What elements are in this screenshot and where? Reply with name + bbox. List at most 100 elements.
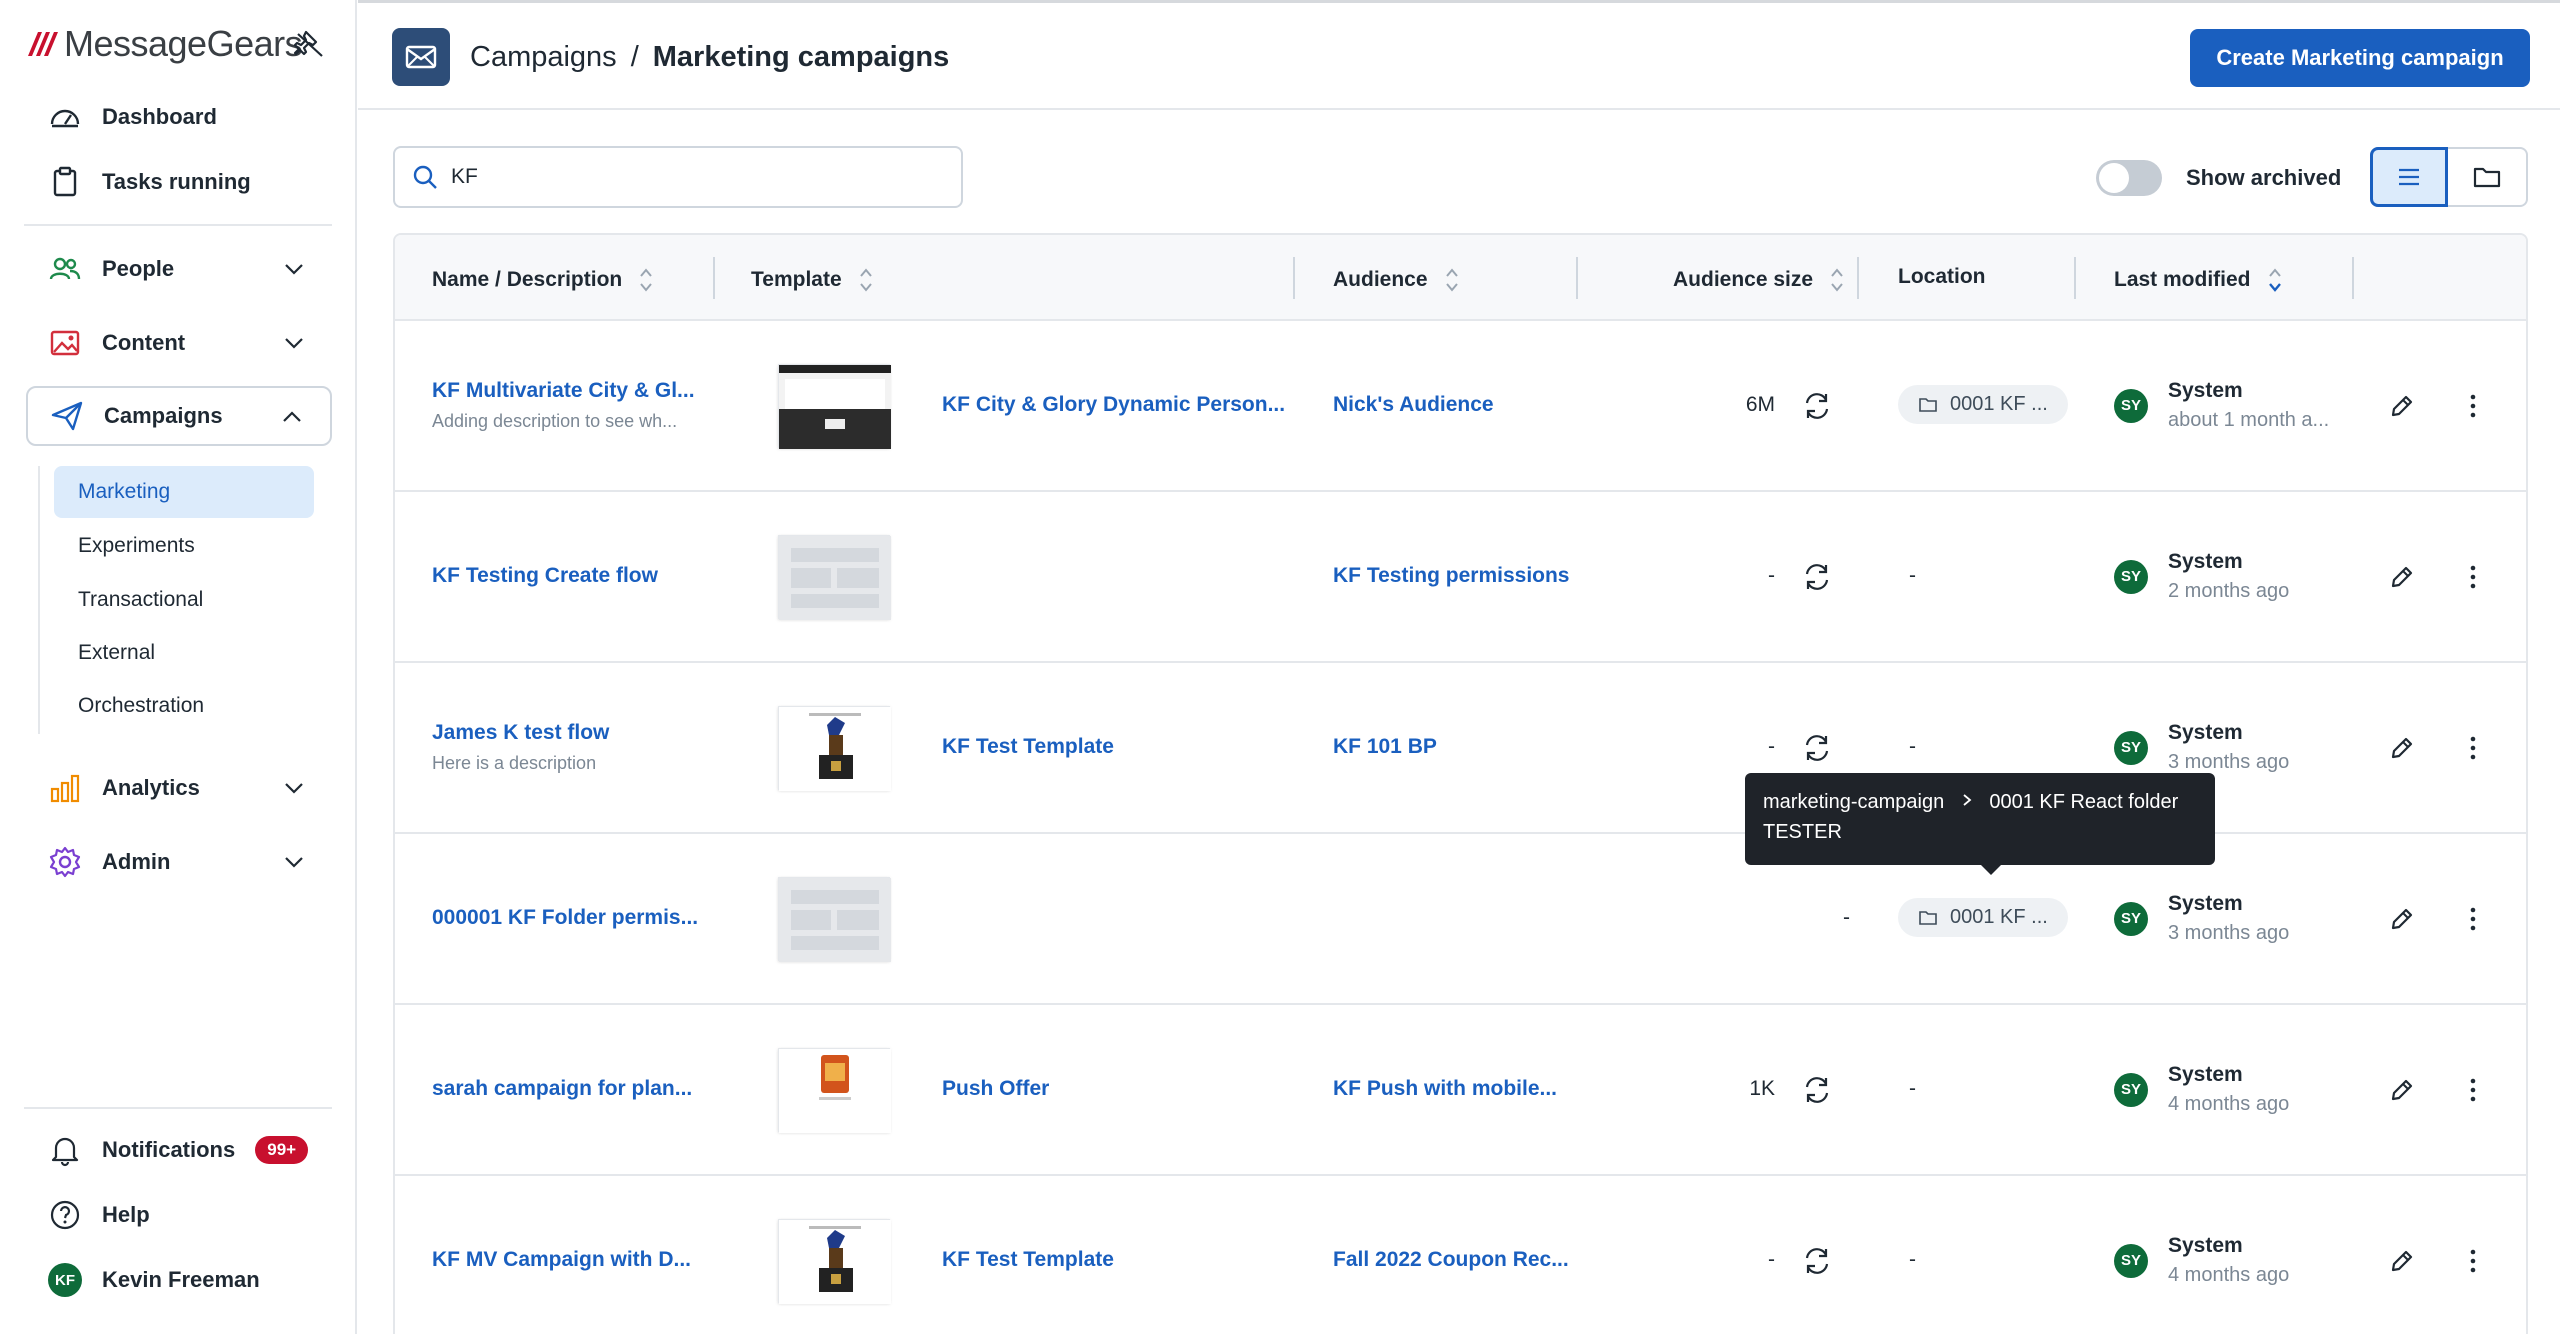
refresh-icon[interactable] — [1802, 391, 1832, 421]
template-thumbnail[interactable] — [778, 1048, 891, 1133]
unpin-sidebar-icon[interactable] — [292, 26, 328, 62]
template-link[interactable]: KF City & Glory Dynamic Person... — [942, 393, 1285, 417]
template-thumbnail[interactable] — [778, 706, 891, 791]
campaign-name-link[interactable]: sarah campaign for plan... — [432, 1077, 692, 1101]
campaign-name-link[interactable]: 000001 KF Folder permis... — [432, 906, 698, 930]
table-row[interactable]: KF Testing Create flow KF Testing permis… — [395, 492, 2526, 663]
column-header-name[interactable]: Name / Description — [432, 265, 654, 295]
nav-admin[interactable]: Admin — [26, 833, 332, 891]
subnav-orchestration[interactable]: Orchestration — [54, 680, 352, 732]
location-empty: - — [1909, 1077, 1916, 1100]
template-link[interactable]: KF Test Template — [942, 735, 1114, 759]
more-options-icon[interactable] — [2458, 1246, 2488, 1276]
template-link[interactable]: KF Test Template — [942, 1248, 1114, 1272]
audience-size-value: 6M — [1745, 393, 1775, 416]
audience-size-value: - — [1843, 906, 1850, 929]
location-chip[interactable]: 0001 KF ... — [1898, 385, 2068, 424]
edit-pencil-icon[interactable] — [2387, 1246, 2417, 1276]
brand-logo[interactable]: MessageGears — [24, 22, 303, 66]
modifier-avatar: SY — [2114, 559, 2148, 594]
folder-icon — [1919, 910, 1937, 925]
show-archived-toggle[interactable] — [2096, 160, 2162, 196]
dashboard-gauge-icon — [50, 109, 80, 128]
nav-dashboard[interactable]: Dashboard — [26, 88, 332, 146]
table-row[interactable]: KF MV Campaign with D... KF Test Templat… — [395, 1176, 2526, 1334]
search-input[interactable] — [451, 165, 931, 189]
nav-people[interactable]: People — [26, 240, 332, 298]
subnav-transactional[interactable]: Transactional — [54, 574, 352, 626]
column-header-template[interactable]: Template — [751, 265, 874, 295]
refresh-icon[interactable] — [1802, 562, 1832, 592]
modified-time: 2 months ago — [2168, 580, 2290, 602]
campaign-name-link[interactable]: James K test flow — [432, 721, 609, 745]
column-header-audience[interactable]: Audience — [1333, 265, 1460, 295]
more-options-icon[interactable] — [2458, 733, 2488, 763]
campaign-name-link[interactable]: KF Testing Create flow — [432, 564, 658, 588]
bell-icon — [51, 1137, 79, 1167]
table-row[interactable]: sarah campaign for plan... Push Offer KF… — [395, 1005, 2526, 1176]
messagegears-logo-icon — [28, 32, 58, 56]
subnav-marketing[interactable]: Marketing — [54, 466, 314, 518]
template-link[interactable]: Push Offer — [942, 1077, 1049, 1101]
folder-view-button[interactable] — [2448, 147, 2528, 207]
edit-pencil-icon[interactable] — [2387, 733, 2417, 763]
campaign-name-link[interactable]: KF Multivariate City & Gl... — [432, 379, 695, 403]
subnav-rail — [38, 466, 40, 734]
more-options-icon[interactable] — [2458, 391, 2488, 421]
edit-pencil-icon[interactable] — [2387, 904, 2417, 934]
audience-link[interactable]: Fall 2022 Coupon Rec... — [1333, 1248, 1569, 1272]
table-row[interactable]: KF Multivariate City & Gl... Adding desc… — [395, 321, 2526, 492]
template-thumbnail[interactable] — [778, 364, 891, 449]
audience-link[interactable]: Nick's Audience — [1333, 393, 1494, 417]
audience-link[interactable]: KF 101 BP — [1333, 735, 1437, 759]
modified-by: System — [2168, 892, 2243, 915]
edit-pencil-icon[interactable] — [2387, 1075, 2417, 1105]
bar-chart-icon — [50, 774, 80, 803]
tooltip-path-root: marketing-campaign — [1763, 791, 1945, 813]
more-options-icon[interactable] — [2458, 562, 2488, 592]
column-header-location: Location — [1898, 265, 1986, 289]
template-thumbnail[interactable] — [778, 1219, 891, 1304]
audience-link[interactable]: KF Testing permissions — [1333, 564, 1570, 588]
breadcrumb-separator: / — [630, 41, 639, 73]
audience-size-value: - — [1768, 1248, 1775, 1271]
template-preview-image — [779, 365, 891, 449]
edit-pencil-icon[interactable] — [2387, 562, 2417, 592]
subnav-experiments[interactable]: Experiments — [54, 520, 352, 572]
nav-user-profile[interactable]: KF Kevin Freeman — [26, 1251, 332, 1309]
modified-time: 3 months ago — [2168, 751, 2290, 773]
refresh-icon[interactable] — [1802, 1246, 1832, 1276]
create-marketing-campaign-button[interactable]: Create Marketing campaign — [2190, 29, 2530, 87]
template-thumbnail-placeholder — [778, 877, 891, 962]
list-view-button[interactable] — [2370, 147, 2448, 207]
column-header-last-modified[interactable]: Last modified — [2114, 265, 2283, 295]
location-chip[interactable]: 0001 KF ... — [1898, 898, 2068, 937]
modifier-avatar: SY — [2114, 1072, 2148, 1107]
column-header-audience-size[interactable]: Audience size — [1673, 265, 1845, 295]
nav-content[interactable]: Content — [26, 314, 332, 372]
refresh-icon[interactable] — [1802, 1075, 1832, 1105]
last-modified: SY System 3 months ago — [2114, 892, 2289, 945]
breadcrumb-campaigns-link[interactable]: Campaigns — [470, 41, 617, 74]
nav-campaigns[interactable]: Campaigns — [26, 386, 332, 446]
refresh-icon[interactable] — [1802, 733, 1832, 763]
nav-help[interactable]: Help — [26, 1186, 332, 1244]
chevron-right-icon — [1963, 794, 1972, 806]
audience-size-value: 1K — [1749, 1077, 1775, 1100]
more-options-icon[interactable] — [2458, 1075, 2488, 1105]
nav-people-label: People — [102, 256, 175, 281]
modified-by: System — [2168, 1234, 2243, 1257]
column-divider — [2074, 257, 2076, 299]
audience-link[interactable]: KF Push with mobile... — [1333, 1077, 1557, 1101]
nav-notifications[interactable]: Notifications 99+ — [26, 1121, 332, 1179]
nav-analytics[interactable]: Analytics — [26, 759, 332, 817]
column-divider — [713, 257, 715, 299]
subnav-external[interactable]: External — [54, 627, 352, 679]
search-box[interactable] — [393, 146, 963, 208]
campaign-name-link[interactable]: KF MV Campaign with D... — [432, 1248, 691, 1272]
nav-tasks-running[interactable]: Tasks running — [26, 153, 332, 211]
more-options-icon[interactable] — [2458, 904, 2488, 934]
chevron-down-icon — [285, 338, 303, 349]
edit-pencil-icon[interactable] — [2387, 391, 2417, 421]
folder-icon — [1919, 397, 1937, 412]
